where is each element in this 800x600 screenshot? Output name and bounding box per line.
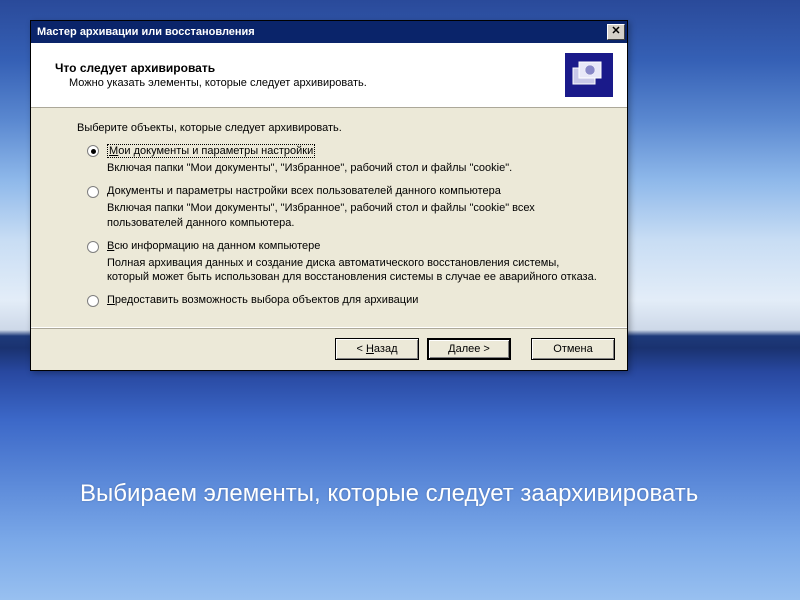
instruction-text: Выберите объекты, которые следует архиви… xyxy=(77,122,603,134)
header-subtitle: Можно указать элементы, которые следует … xyxy=(55,77,557,89)
option-custom[interactable]: Предоставить возможность выбора объектов… xyxy=(87,294,603,307)
backup-icon xyxy=(565,53,613,97)
option-label[interactable]: Предоставить возможность выбора объектов… xyxy=(107,294,418,306)
radio-icon[interactable] xyxy=(87,145,99,157)
body-panel: Выберите объекты, которые следует архиви… xyxy=(31,108,627,327)
radio-icon[interactable] xyxy=(87,241,99,253)
button-panel: < Назад Далее > Отмена xyxy=(31,327,627,370)
option-all-info[interactable]: Всю информацию на данном компьютере xyxy=(87,240,603,253)
option-label[interactable]: Всю информацию на данном компьютере xyxy=(107,240,320,252)
option-my-documents[interactable]: Мои документы и параметры настройки xyxy=(87,144,603,158)
close-icon[interactable]: ✕ xyxy=(607,24,625,40)
window-title: Мастер архивации или восстановления xyxy=(37,26,607,38)
option-all-users[interactable]: Документы и параметры настройки всех пол… xyxy=(87,185,603,198)
option-label[interactable]: Документы и параметры настройки всех пол… xyxy=(107,185,501,197)
option-label[interactable]: Мои документы и параметры настройки xyxy=(107,144,315,158)
wizard-dialog: Мастер архивации или восстановления ✕ Чт… xyxy=(30,20,628,371)
radio-icon[interactable] xyxy=(87,186,99,198)
option-description: Включая папки "Мои документы", "Избранно… xyxy=(107,201,603,231)
back-button[interactable]: < Назад xyxy=(335,338,419,360)
titlebar[interactable]: Мастер архивации или восстановления ✕ xyxy=(31,21,627,43)
header-panel: Что следует архивировать Можно указать э… xyxy=(31,43,627,108)
radio-icon[interactable] xyxy=(87,295,99,307)
slide-caption: Выбираем элементы, которые следует заарх… xyxy=(80,478,698,509)
next-button[interactable]: Далее > xyxy=(427,338,511,360)
option-description: Полная архивация данных и создание диска… xyxy=(107,256,603,286)
cancel-button[interactable]: Отмена xyxy=(531,338,615,360)
option-description: Включая папки "Мои документы", "Избранно… xyxy=(107,161,603,176)
header-title: Что следует архивировать xyxy=(55,61,557,75)
